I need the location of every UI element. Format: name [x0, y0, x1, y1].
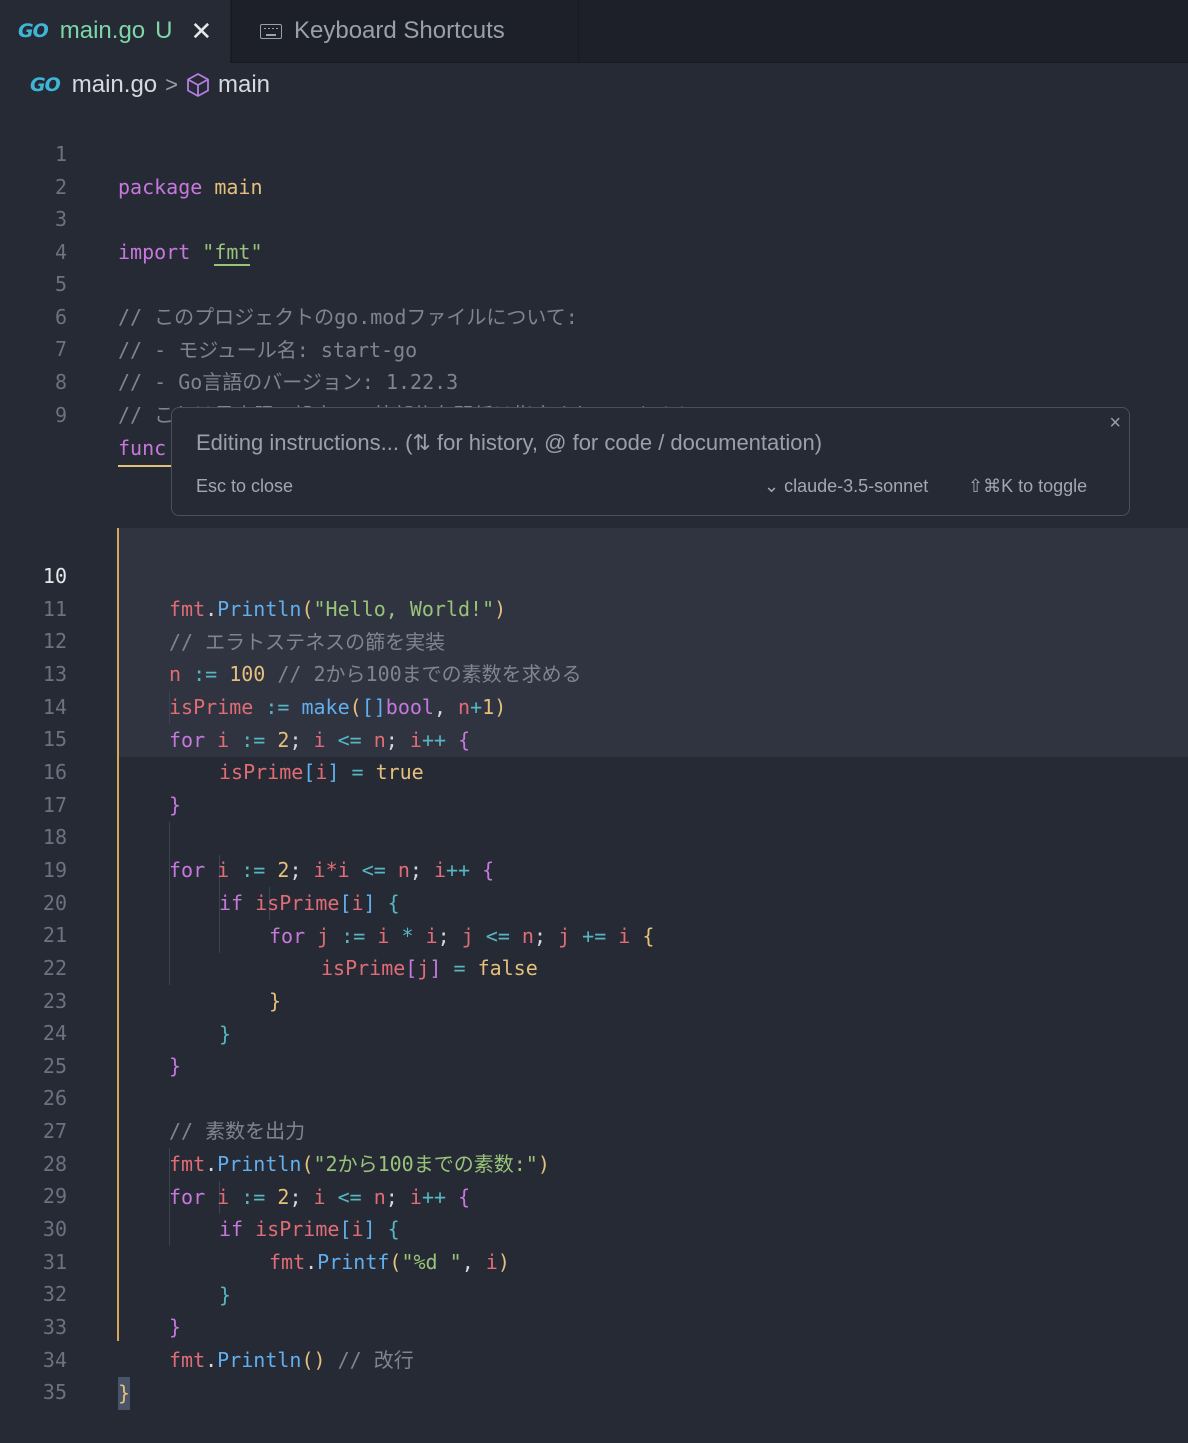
- code-line: 20 for j := i * i; j <= n; j += i {: [0, 854, 1188, 948]
- token: func: [118, 436, 167, 460]
- code-line: 16 }: [0, 723, 1188, 817]
- code-line: 19 if isPrime[i] {: [0, 821, 1188, 915]
- line-number: 9: [54, 403, 67, 427]
- toggle-hint: ⇧⌘K to toggle: [968, 476, 1088, 496]
- code-line: 29 if isPrime[i] {: [0, 1147, 1188, 1241]
- chevron-down-icon: ⌄: [764, 476, 780, 496]
- code-line: 23 }: [0, 952, 1188, 1046]
- code-line: 21 isPrime[j] = false: [0, 886, 1188, 980]
- code-line: 24 }: [0, 984, 1188, 1078]
- tab-label: main.go: [59, 17, 146, 44]
- code-line: 13 isPrime := make([]bool, n+1): [0, 625, 1188, 719]
- go-icon: GO: [30, 74, 61, 96]
- tab-keyboard-shortcuts[interactable]: Keyboard Shortcuts: [231, 0, 579, 62]
- breadcrumb: GO main.go > main: [0, 64, 1188, 106]
- code-line: 30 fmt.Printf("%d ", i): [0, 1180, 1188, 1274]
- tab-bar: GO main.go U ✕ Keyboard Shortcuts: [0, 0, 1188, 63]
- code-line: 28 for i := 2; i <= n; i++ {: [0, 1115, 1188, 1209]
- code-line: 8 // これは最小限の設定で、外部依存関係は指定されていません。: [0, 333, 1188, 427]
- code-line: 2: [0, 138, 1188, 199]
- code-line: 3 import "fmt": [0, 170, 1188, 266]
- breadcrumb-file[interactable]: main.go: [72, 71, 157, 99]
- line-number: 35: [42, 1380, 67, 1404]
- keyboard-icon: [260, 23, 282, 39]
- breadcrumb-symbol[interactable]: main: [218, 71, 270, 99]
- tab-main-go[interactable]: GO main.go U ✕: [0, 0, 230, 63]
- close-icon[interactable]: ×: [1109, 412, 1121, 435]
- code-line: 31 }: [0, 1213, 1188, 1307]
- code-line: 11 // エラトステネスの篩を実装: [0, 560, 1188, 654]
- code-line: 6 // - モジュール名: start-go: [0, 268, 1188, 362]
- code-line: 17: [0, 756, 1188, 817]
- code-line: 10 fmt.Println("Hello, World!"): [0, 527, 1188, 621]
- code-line: 25: [0, 1017, 1188, 1078]
- tab-label: Keyboard Shortcuts: [294, 17, 505, 44]
- go-icon: GO: [18, 20, 49, 42]
- modified-badge: U: [155, 17, 173, 44]
- code-line: 9 func main() {: [0, 366, 1188, 467]
- esc-hint: Esc to close: [196, 476, 294, 496]
- code-line: 34 }: [0, 1311, 1188, 1410]
- token: }: [118, 1377, 131, 1410]
- code-line: 27 fmt.Println("2から100までの素数:"): [0, 1082, 1188, 1176]
- code-line: 26 // 素数を出力: [0, 1049, 1188, 1143]
- code-line: 22 }: [0, 919, 1188, 1013]
- edit-instructions-input[interactable]: [196, 430, 1076, 456]
- code-line: 12 n := 100 // 2から100までの素数を求める: [0, 592, 1188, 686]
- inline-edit-prompt: × Esc to close ⌄ claude-3.5-sonnet ⇧⌘K t…: [171, 407, 1130, 516]
- code-line: 7 // - Go言語のバージョン: 1.22.3: [0, 300, 1188, 394]
- close-icon[interactable]: ✕: [190, 16, 212, 47]
- code-line: 33 fmt.Println() // 改行: [0, 1278, 1188, 1372]
- cube-icon: [186, 72, 210, 98]
- model-selector[interactable]: ⌄ claude-3.5-sonnet: [764, 476, 928, 497]
- code-line: 15 isPrime[i] = true: [0, 690, 1188, 784]
- model-name: claude-3.5-sonnet: [784, 476, 929, 496]
- chevron-right-icon: >: [165, 72, 178, 97]
- code-line: 4: [0, 203, 1188, 264]
- code-line: 35: [0, 1343, 1188, 1404]
- code-line: 14 for i := 2; i <= n; i++ {: [0, 658, 1188, 752]
- code-line: 5 // このプロジェクトのgo.modファイルについて:: [0, 235, 1188, 329]
- code-line: 18 for i := 2; i*i <= n; i++ {: [0, 788, 1188, 882]
- code-line: 32 }: [0, 1245, 1188, 1339]
- code-editor[interactable]: 1 package main 2 3 import "fmt" 4 5 // こ…: [0, 0, 1188, 1410]
- code-line: 1 package main: [0, 105, 1188, 199]
